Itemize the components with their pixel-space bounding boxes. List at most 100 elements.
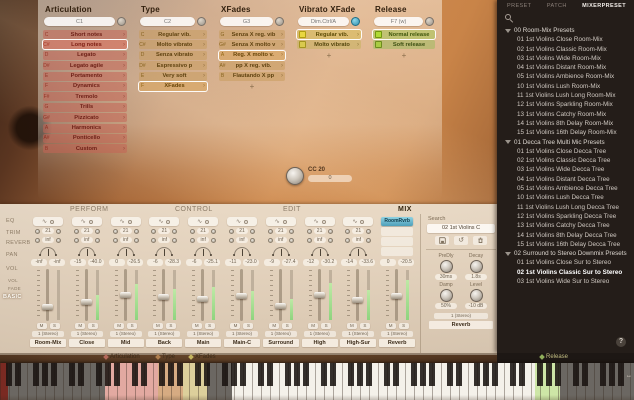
mute-button[interactable]: M: [153, 323, 163, 329]
empty-insert-slot[interactable]: [381, 227, 413, 236]
solo-button[interactable]: S: [166, 323, 176, 329]
preset-group-header[interactable]: 02 Surround to Stereo Downmix Presets: [497, 249, 634, 258]
volume-value[interactable]: -11: [225, 259, 241, 266]
trim-knob-right[interactable]: [172, 229, 177, 234]
solo-button[interactable]: S: [399, 323, 409, 329]
output-selector[interactable]: 1 (Stereo): [226, 331, 258, 337]
keys-inactive-mid[interactable]: [207, 363, 232, 400]
fader-handle[interactable]: [391, 293, 402, 299]
fader-handle[interactable]: [158, 294, 169, 300]
trim-knob-left[interactable]: [35, 229, 40, 234]
mute-button[interactable]: M: [386, 323, 396, 329]
send-knob-left[interactable]: [113, 238, 118, 243]
preset-list-item[interactable]: 12 1st Violins Sparkling Room-Mix: [497, 100, 634, 109]
keys-inactive-left[interactable]: [8, 363, 105, 400]
send-knob-right[interactable]: [172, 238, 177, 243]
send-knob-right[interactable]: [95, 238, 100, 243]
preset-group-header[interactable]: 00 Room-Mix Presets: [497, 26, 634, 35]
pan-control[interactable]: [234, 247, 250, 256]
keyswitch-release[interactable]: [535, 363, 560, 400]
mute-button[interactable]: M: [269, 323, 279, 329]
solo-button[interactable]: S: [50, 323, 60, 329]
eq-button[interactable]: ∿: [266, 217, 296, 226]
view-toggle-basic[interactable]: BASIC: [3, 294, 22, 300]
preset-list-item[interactable]: 12 1st Violins Sparkling Decca Tree: [497, 212, 634, 221]
send-knob-left[interactable]: [35, 238, 40, 243]
fader-handle[interactable]: [314, 292, 325, 298]
articulation-chip[interactable]: BCustom›: [43, 144, 127, 153]
vibrato-xfade-chip[interactable]: Regular vib.›: [297, 30, 361, 39]
keyswitch-articulation[interactable]: [105, 363, 158, 400]
trim-knob-left[interactable]: [74, 229, 79, 234]
fader-handle[interactable]: [236, 293, 247, 299]
preset-list-item[interactable]: 01 1st Violins Close Sur to Stereo: [497, 258, 634, 267]
send-knob-right[interactable]: [289, 238, 294, 243]
trim-knob-left[interactable]: [113, 229, 118, 234]
knob[interactable]: [440, 289, 453, 302]
mute-button[interactable]: M: [114, 323, 124, 329]
preset-list-item[interactable]: 10 1st Violins Lush Room-Mix: [497, 82, 634, 91]
articulation-chip[interactable]: G#Pizzicato›: [43, 113, 127, 122]
output-selector[interactable]: 1 (Stereo): [304, 331, 336, 337]
peak-value[interactable]: -33.6: [359, 259, 375, 266]
type-chip[interactable]: CRegular vib.›: [139, 30, 207, 39]
output-selector[interactable]: 1 (Stereo): [342, 331, 374, 337]
send-knob-left[interactable]: [151, 238, 156, 243]
preset-list-item[interactable]: 03 1st Violins Wide Sur to Stereo: [497, 277, 634, 286]
knob-value[interactable]: 1.8s: [465, 274, 487, 280]
send-knob-left[interactable]: [74, 238, 79, 243]
send-knob-left[interactable]: [307, 238, 312, 243]
preset-list-item[interactable]: 14 1st Violins 8th Delay Room-Mix: [497, 119, 634, 128]
preset-list-item[interactable]: 15 1st Violins 16th Delay Decca Tree: [497, 240, 634, 249]
trim-knob-left[interactable]: [307, 229, 312, 234]
articulation-chip[interactable]: AHarmonics›: [43, 124, 127, 133]
mute-button[interactable]: M: [37, 323, 47, 329]
trim-knob-right[interactable]: [366, 229, 371, 234]
trim-knob-left[interactable]: [190, 229, 195, 234]
keyswitch-selector[interactable]: G3: [220, 17, 273, 26]
volume-value[interactable]: -12: [303, 259, 319, 266]
mixer-tab-perform[interactable]: PERFORM: [70, 206, 109, 213]
knob[interactable]: [470, 289, 483, 302]
eq-button[interactable]: ∿: [149, 217, 179, 226]
mute-button[interactable]: M: [192, 323, 202, 329]
articulation-chip[interactable]: A#Ponticello›: [43, 134, 127, 143]
pan-control[interactable]: [118, 247, 134, 256]
add-slot-button[interactable]: +: [370, 51, 438, 60]
preset-list-item[interactable]: 04 1st Violins Distant Room-Mix: [497, 63, 634, 72]
cc-knob[interactable]: [286, 167, 304, 185]
cc-knob-value[interactable]: 0: [308, 175, 352, 182]
volume-value[interactable]: -14: [341, 259, 357, 266]
xfades-chip[interactable]: AReg. X molto v.›: [219, 51, 285, 60]
peak-value[interactable]: -30.2: [321, 259, 337, 266]
keys-inactive-right[interactable]: [560, 363, 634, 400]
midi-learn-icon[interactable]: [275, 17, 284, 26]
knob-value[interactable]: -10 dB: [465, 303, 487, 309]
trim-knob-right[interactable]: [328, 229, 333, 234]
peak-value[interactable]: -27.4: [282, 259, 298, 266]
search-icon[interactable]: [505, 14, 515, 24]
articulation-chip[interactable]: EPortamento›: [43, 72, 127, 81]
preset-list-item[interactable]: 11 1st Violins Lush Long Decca Tree: [497, 203, 634, 212]
send-knob-left[interactable]: [190, 238, 195, 243]
legend-tag-articulation[interactable]: Articulation: [104, 354, 140, 360]
trim-knob-left[interactable]: [268, 229, 273, 234]
help-icon[interactable]: ?: [616, 337, 626, 347]
peak-value[interactable]: -inf: [49, 259, 65, 266]
mixer-tab-control[interactable]: CONTROL: [175, 206, 213, 213]
solo-button[interactable]: S: [360, 323, 370, 329]
type-chip[interactable]: DSenza vibrato›: [139, 51, 207, 60]
volume-value[interactable]: -9: [264, 259, 280, 266]
preset-list-item[interactable]: 05 1st Violins Ambience Room-Mix: [497, 72, 634, 81]
fader-handle[interactable]: [81, 299, 92, 305]
pan-control[interactable]: [79, 247, 95, 256]
midi-learn-icon[interactable]: [117, 17, 126, 26]
eq-button[interactable]: ∿: [305, 217, 335, 226]
peak-value[interactable]: -25.1: [204, 259, 220, 266]
output-selector[interactable]: 1 (Stereo): [187, 331, 219, 337]
volume-value[interactable]: 0: [109, 259, 125, 266]
type-chip[interactable]: D#Espressivo p›: [139, 61, 207, 70]
trim-knob-right[interactable]: [134, 229, 139, 234]
empty-insert-slot[interactable]: [381, 247, 413, 256]
type-chip[interactable]: FXFades›: [139, 82, 207, 91]
